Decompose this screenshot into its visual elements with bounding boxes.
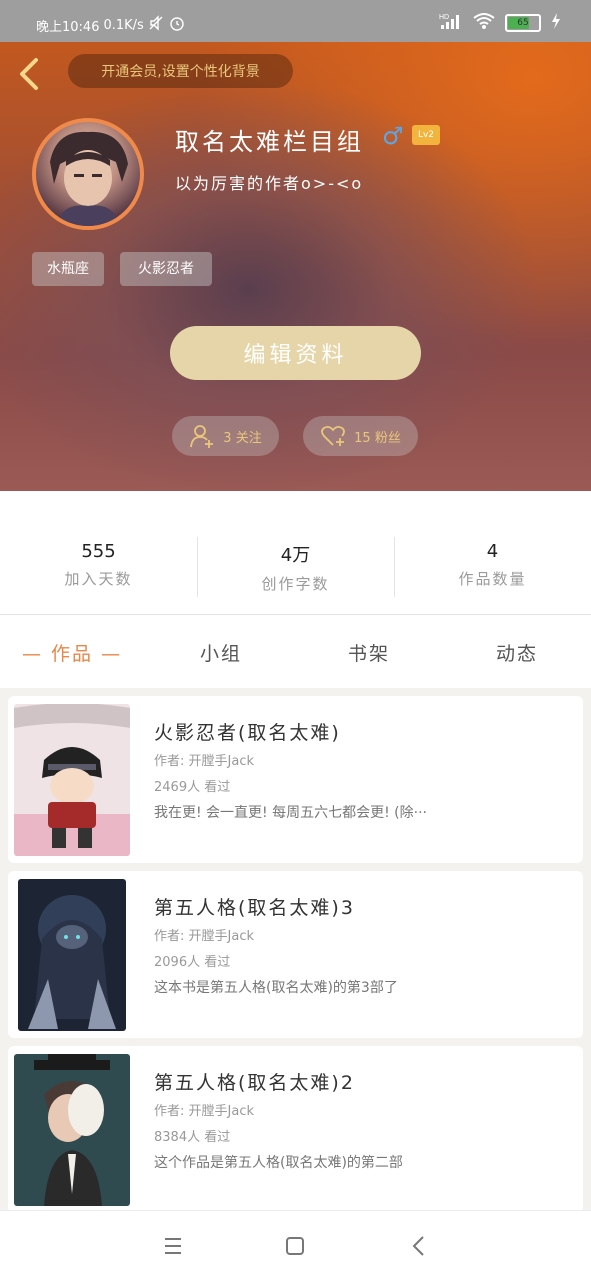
stats-panel: 555 加入天数 4万 创作字数 4 作品数量 (0, 491, 591, 615)
work-cover (14, 1054, 130, 1206)
profile-tabs: — 作品 — 小组 书架 动态 (0, 615, 591, 688)
tag-zodiac[interactable]: 水瓶座 (32, 252, 104, 286)
username: 取名太难栏目组 (175, 128, 364, 156)
home-button[interactable] (280, 1231, 310, 1261)
cover-image (18, 879, 126, 1031)
work-title: 第五人格(取名太难)2 (154, 1072, 355, 1094)
work-card[interactable]: 第五人格(取名太难)2 作者: 开膛手Jack 8384人 看过 这个作品是第五… (8, 1046, 583, 1210)
work-cover (18, 879, 126, 1031)
work-description: 这本书是第五人格(取名太难)的第3部了 (154, 980, 398, 996)
back-button[interactable] (14, 56, 44, 92)
tag-interest[interactable]: 火影忍者 (120, 252, 212, 286)
edit-profile-label: 编辑资料 (243, 343, 348, 368)
heart-add-icon (321, 425, 346, 446)
following-button[interactable]: 3 关注 (172, 416, 279, 456)
profile-header: 开通会员,设置个性化背景 取名太难栏目组 ♂ Lv2 以为厉害的作者o>-<o … (0, 42, 591, 491)
male-gender-icon: ♂ (382, 122, 404, 150)
stat-label: 加入天数 (64, 570, 133, 588)
work-author: 作者: 开膛手Jack (154, 929, 254, 944)
following-label: 3 关注 (223, 430, 262, 446)
work-author: 作者: 开膛手Jack (154, 1104, 254, 1119)
work-description: 我在更! 会一直更! 每周五六七都会更! (除··· (154, 805, 427, 821)
works-list: 火影忍者(取名太难) 作者: 开膛手Jack 2469人 看过 我在更! 会一直… (0, 688, 591, 1210)
edit-profile-button[interactable]: 编辑资料 (170, 326, 421, 380)
work-views: 2469人 看过 (154, 780, 231, 795)
mute-icon (148, 15, 164, 35)
work-cover (14, 704, 130, 856)
battery-icon: 65 (505, 14, 541, 32)
vip-banner[interactable]: 开通会员,设置个性化背景 (68, 54, 293, 88)
svg-text:HD: HD (439, 14, 449, 21)
battery-level-text: 65 (517, 18, 529, 28)
tab-groups[interactable]: 小组 (200, 639, 242, 666)
work-description: 这个作品是第五人格(取名太难)的第二部 (154, 1155, 403, 1171)
followers-label: 15 粉丝 (354, 430, 401, 446)
avatar-image (50, 131, 128, 226)
work-title: 火影忍者(取名太难) (154, 722, 341, 744)
vip-banner-text: 开通会员,设置个性化背景 (101, 64, 260, 80)
stat-value: 4万 (280, 545, 311, 566)
stat-label: 创作字数 (261, 575, 330, 593)
chevron-left-icon (20, 58, 38, 90)
followers-button[interactable]: 15 粉丝 (303, 416, 418, 456)
status-bar: 晚上10:46 0.1K/s HD 65 (0, 0, 591, 42)
home-square-icon (286, 1237, 304, 1255)
work-views: 8384人 看过 (154, 1130, 231, 1145)
charging-icon (551, 13, 561, 33)
work-card[interactable]: 火影忍者(取名太难) 作者: 开膛手Jack 2469人 看过 我在更! 会一直… (8, 696, 583, 863)
back-arrow-icon (412, 1236, 424, 1256)
tab-activity[interactable]: 动态 (496, 639, 538, 666)
signature: 以为厉害的作者o>-<o (175, 174, 364, 193)
stat-join-days: 555 加入天数 (0, 541, 197, 589)
menu-button[interactable] (158, 1231, 188, 1261)
level-badge: Lv2 (412, 125, 440, 145)
user-add-icon (190, 425, 214, 448)
stat-works-count: 4 作品数量 (394, 541, 591, 589)
status-time: 晚上10:46 (36, 19, 100, 35)
tab-bookshelf[interactable]: 书架 (348, 639, 390, 666)
signal-icon: HD (439, 12, 463, 34)
cover-image (14, 1054, 130, 1206)
work-card[interactable]: 第五人格(取名太难)3 作者: 开膛手Jack 2096人 看过 这本书是第五人… (8, 871, 583, 1038)
work-title: 第五人格(取名太难)3 (154, 897, 355, 919)
stat-value: 555 (81, 541, 116, 562)
stat-word-count: 4万 创作字数 (197, 541, 394, 594)
work-views: 2096人 看过 (154, 955, 231, 970)
alarm-icon (168, 14, 186, 36)
status-speed: 0.1K/s (103, 17, 144, 33)
avatar[interactable] (32, 118, 144, 230)
stat-value: 4 (486, 541, 499, 562)
status-right: HD 65 (439, 12, 561, 34)
work-author: 作者: 开膛手Jack (154, 754, 254, 769)
menu-icon (165, 1238, 181, 1254)
status-left: 晚上10:46 0.1K/s (36, 14, 186, 36)
cover-image (14, 704, 130, 856)
system-nav-bar (0, 1210, 591, 1281)
stat-label: 作品数量 (458, 570, 527, 588)
wifi-icon (473, 12, 495, 34)
back-nav-button[interactable] (404, 1231, 434, 1261)
tab-works[interactable]: — 作品 — (22, 639, 122, 666)
